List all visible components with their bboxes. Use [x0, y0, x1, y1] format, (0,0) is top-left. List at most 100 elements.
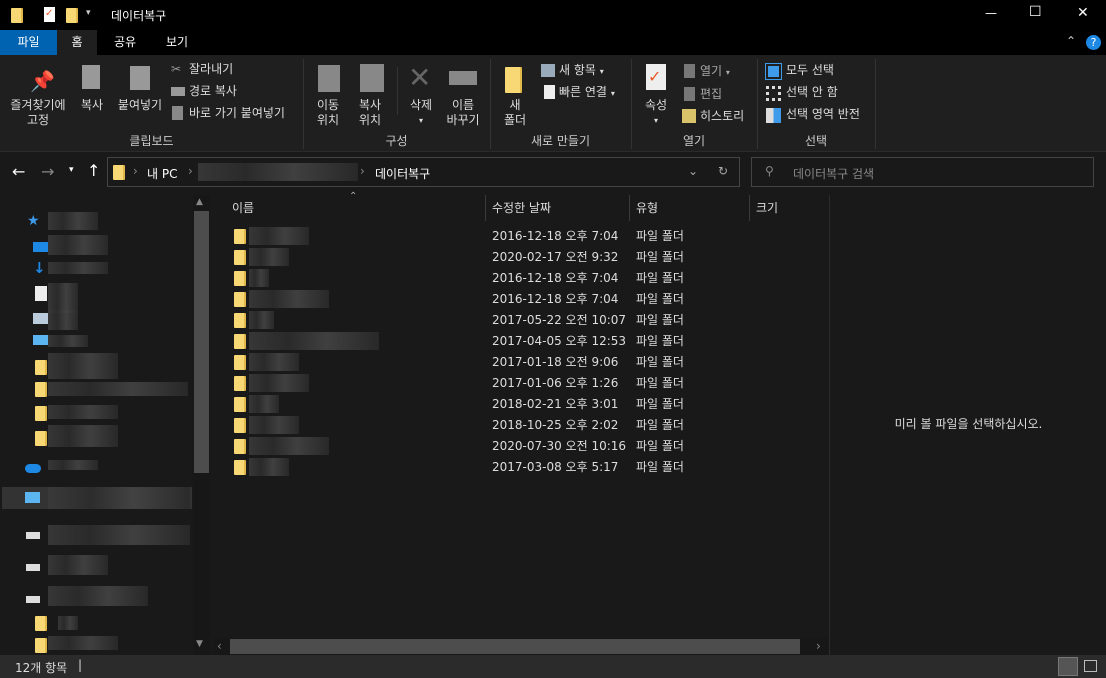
file-row[interactable]: 2017-01-18 오전 9:06 파일 폴더	[213, 352, 828, 373]
file-row[interactable]: 2017-01-06 오후 1:26 파일 폴더	[213, 373, 828, 394]
properties-button[interactable]: 속성 ▾	[640, 98, 672, 128]
search-input[interactable]: 데이터복구 검색	[793, 165, 874, 182]
nav-item-redacted[interactable]	[48, 283, 78, 313]
nav-item-redacted[interactable]	[48, 405, 118, 419]
tab-home[interactable]: 홈	[57, 30, 97, 55]
column-divider[interactable]	[485, 195, 486, 221]
file-row[interactable]: 2017-04-05 오후 12:53 파일 폴더	[213, 331, 828, 352]
nav-item-redacted[interactable]	[48, 636, 118, 650]
file-row[interactable]: 2017-05-22 오전 10:07 파일 폴더	[213, 310, 828, 331]
nav-item-redacted[interactable]	[48, 425, 118, 447]
chevron-down-icon: ▾	[610, 89, 615, 98]
nav-item-redacted[interactable]	[48, 335, 88, 347]
move-to-button[interactable]: 이동 위치	[310, 98, 346, 128]
breadcrumb-current[interactable]: 데이터복구	[375, 165, 430, 182]
scroll-right-icon[interactable]: ›	[816, 639, 821, 653]
customize-qat-icon[interactable]: ▾	[86, 8, 91, 18]
nav-item-redacted[interactable]	[48, 212, 98, 230]
file-row[interactable]: 2017-03-08 오후 5:17 파일 폴더	[213, 457, 828, 478]
sort-ascending-icon: ⌃	[349, 191, 358, 202]
quick-access-star-icon[interactable]: ★	[27, 213, 40, 229]
select-none-button[interactable]: 선택 안 함	[786, 85, 838, 100]
file-name-redacted	[249, 248, 289, 266]
address-dropdown-icon[interactable]: ⌄	[688, 164, 698, 178]
cut-button[interactable]: 잘라내기	[189, 62, 233, 77]
column-header-date[interactable]: 수정한 날짜	[492, 195, 551, 221]
scrollbar-thumb[interactable]	[230, 639, 800, 654]
new-folder-qat-icon[interactable]	[66, 8, 78, 23]
nav-item-redacted[interactable]	[48, 353, 118, 379]
recent-locations-icon[interactable]: ▾	[69, 165, 74, 175]
nav-item-redacted[interactable]	[48, 382, 188, 396]
horizontal-scrollbar[interactable]: ‹ ›	[213, 638, 828, 655]
nav-item-redacted[interactable]	[48, 310, 78, 330]
file-row[interactable]: 2020-02-17 오전 9:32 파일 폴더	[213, 247, 828, 268]
new-folder-button[interactable]: 새 폴더	[498, 98, 532, 128]
open-button[interactable]: 열기 ▾	[700, 64, 730, 80]
nav-item-redacted[interactable]	[58, 616, 78, 630]
column-header-name[interactable]: 이름	[232, 195, 254, 221]
pin-to-quick-access-button[interactable]: 즐겨찾기에 고정	[4, 98, 72, 128]
select-all-button[interactable]: 모두 선택	[786, 63, 834, 78]
tab-share[interactable]: 공유	[100, 30, 150, 55]
copy-button[interactable]: 복사	[76, 98, 108, 113]
paste-shortcut-button[interactable]: 바로 가기 붙여넣기	[189, 106, 285, 121]
copy-path-button[interactable]: 경로 복사	[189, 84, 237, 99]
new-item-button[interactable]: 새 항목 ▾	[559, 63, 604, 79]
select-group-label: 선택	[804, 134, 828, 148]
file-row[interactable]: 2018-02-21 오후 3:01 파일 폴더	[213, 394, 828, 415]
file-row[interactable]: 2016-12-18 오후 7:04 파일 폴더	[213, 226, 828, 247]
scroll-down-icon[interactable]: ▼	[196, 639, 203, 649]
file-row[interactable]: 2020-07-30 오전 10:16 파일 폴더	[213, 436, 828, 457]
edit-button[interactable]: 편집	[700, 87, 722, 102]
details-view-button[interactable]	[1058, 657, 1078, 676]
scroll-up-icon[interactable]: ▲	[196, 197, 203, 207]
nav-item-redacted[interactable]	[48, 555, 108, 575]
nav-item-redacted[interactable]	[48, 525, 190, 545]
refresh-icon[interactable]: ↻	[718, 164, 728, 178]
nav-item-redacted[interactable]	[48, 586, 148, 606]
navigation-scrollbar[interactable]: ▲ ▼	[193, 195, 210, 655]
invert-selection-button[interactable]: 선택 영역 반전	[786, 107, 860, 122]
nav-item-redacted[interactable]	[48, 460, 98, 470]
maximize-button[interactable]: ☐	[1029, 4, 1042, 20]
address-bar[interactable]: › 내 PC › › 데이터복구 ⌄ ↻	[107, 157, 740, 187]
back-button[interactable]: ←	[12, 162, 25, 181]
file-row[interactable]: 2016-12-18 오후 7:04 파일 폴더	[213, 289, 828, 310]
copy-to-button[interactable]: 복사 위치	[352, 98, 388, 128]
file-row[interactable]: 2018-10-25 오후 2:02 파일 폴더	[213, 415, 828, 436]
large-icons-view-button[interactable]	[1084, 660, 1097, 672]
easy-access-label: 빠른 연결	[559, 85, 607, 99]
breadcrumb-redacted-drive[interactable]	[198, 163, 358, 181]
collapse-ribbon-icon[interactable]: ⌃	[1066, 34, 1076, 48]
nav-item-redacted[interactable]	[48, 235, 108, 255]
delete-button[interactable]: 삭제 ▾	[405, 98, 437, 128]
column-header-size[interactable]: 크기	[756, 195, 778, 221]
nav-item-redacted[interactable]	[48, 262, 108, 274]
rename-button[interactable]: 이름 바꾸기	[443, 98, 483, 128]
tab-view[interactable]: 보기	[152, 30, 202, 55]
forward-button[interactable]: →	[41, 162, 54, 181]
file-date: 2018-10-25 오후 2:02	[492, 418, 619, 432]
minimize-button[interactable]: —	[985, 6, 997, 20]
file-row[interactable]: 2016-12-18 오후 7:04 파일 폴더	[213, 268, 828, 289]
properties-qat-icon[interactable]: ✓	[44, 7, 55, 22]
column-divider[interactable]	[629, 195, 630, 221]
breadcrumb-this-pc[interactable]: 내 PC	[147, 165, 177, 182]
help-icon[interactable]: ?	[1086, 35, 1101, 50]
easy-access-button[interactable]: 빠른 연결 ▾	[559, 85, 615, 101]
paste-button[interactable]: 붙여넣기	[113, 98, 167, 113]
scroll-left-icon[interactable]: ‹	[217, 639, 222, 653]
column-header-type[interactable]: 유형	[636, 195, 658, 221]
scrollbar-thumb[interactable]	[194, 211, 209, 473]
tab-file[interactable]: 파일	[0, 30, 57, 55]
nav-item-redacted[interactable]	[48, 487, 190, 509]
up-button[interactable]: ↑	[87, 161, 100, 180]
history-button[interactable]: 히스토리	[700, 109, 744, 124]
new-folder-icon	[505, 67, 522, 93]
column-divider[interactable]	[749, 195, 750, 221]
open-group-label: 열기	[682, 134, 706, 148]
close-button[interactable]: ✕	[1077, 5, 1089, 21]
pin-label-2: 고정	[26, 113, 50, 127]
search-box[interactable]: ⚲ 데이터복구 검색	[751, 157, 1094, 187]
